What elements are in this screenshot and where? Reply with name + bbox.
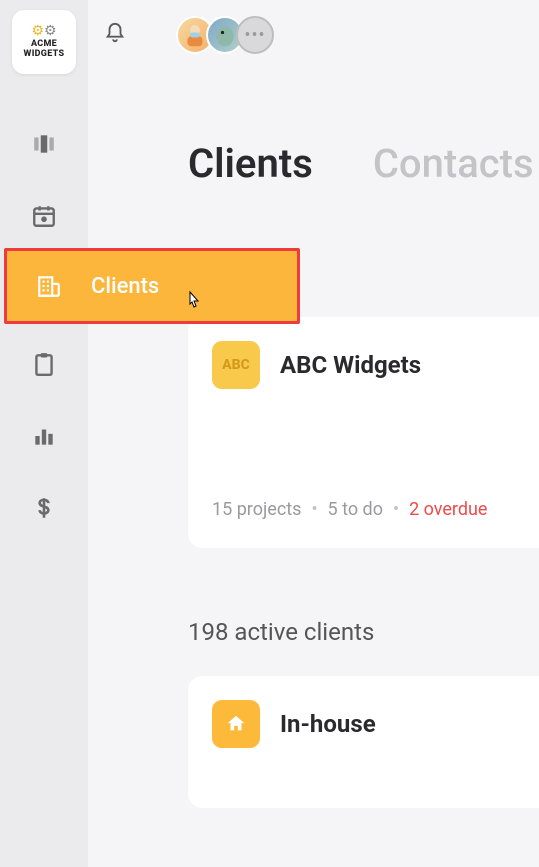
client-row[interactable]: In-house <box>188 676 539 808</box>
building-icon <box>7 273 91 299</box>
bell-icon <box>104 22 126 44</box>
nav-clients-active[interactable]: Clients <box>4 248 300 324</box>
panels-icon <box>31 131 57 157</box>
house-icon <box>225 713 247 735</box>
client-name: ABC Widgets <box>280 351 421 379</box>
client-badge-house <box>212 700 260 748</box>
separator-dot: • <box>311 499 317 520</box>
tab-contacts[interactable]: Contacts <box>373 140 534 187</box>
avatar-more-button[interactable]: ••• <box>236 16 274 54</box>
nav-billing[interactable] <box>0 472 88 544</box>
nav-clipboard[interactable] <box>0 328 88 400</box>
separator-dot: • <box>393 499 399 520</box>
clipboard-icon <box>31 351 57 377</box>
tabs: Clients Contacts <box>88 140 539 187</box>
calendar-icon <box>31 203 57 229</box>
nav-reports[interactable] <box>0 400 88 472</box>
client-stats: 15 projects • 5 to do • 2 overdue <box>212 499 539 520</box>
sidebar: ⚙⚙ ACME WIDGETS <box>0 0 88 867</box>
nav-clients-label: Clients <box>91 274 159 299</box>
avatar-stack: ••• <box>176 16 274 54</box>
bar-chart-icon <box>31 423 57 449</box>
nav-calendar[interactable] <box>0 180 88 252</box>
tab-clients[interactable]: Clients <box>188 140 313 187</box>
client-name: In-house <box>280 710 376 738</box>
client-badge: ABC <box>212 341 260 389</box>
main-content: Clients Contacts ABC ABC Widgets 15 proj… <box>88 70 539 867</box>
brand-logo[interactable]: ⚙⚙ ACME WIDGETS <box>12 10 76 74</box>
notifications-button[interactable] <box>94 12 136 58</box>
active-clients-heading: 198 active clients <box>188 618 539 646</box>
nav-dashboard[interactable] <box>0 108 88 180</box>
pinned-client-card[interactable]: ABC ABC Widgets 15 projects • 5 to do • … <box>188 317 539 548</box>
gears-icon: ⚙⚙ <box>31 24 56 38</box>
stat-todo: 5 to do <box>328 499 383 520</box>
stat-projects: 15 projects <box>212 499 301 520</box>
topbar: ••• <box>88 0 539 70</box>
brand-name: ACME WIDGETS <box>12 40 76 60</box>
stat-overdue: 2 overdue <box>409 499 487 520</box>
dollar-icon <box>31 495 57 521</box>
